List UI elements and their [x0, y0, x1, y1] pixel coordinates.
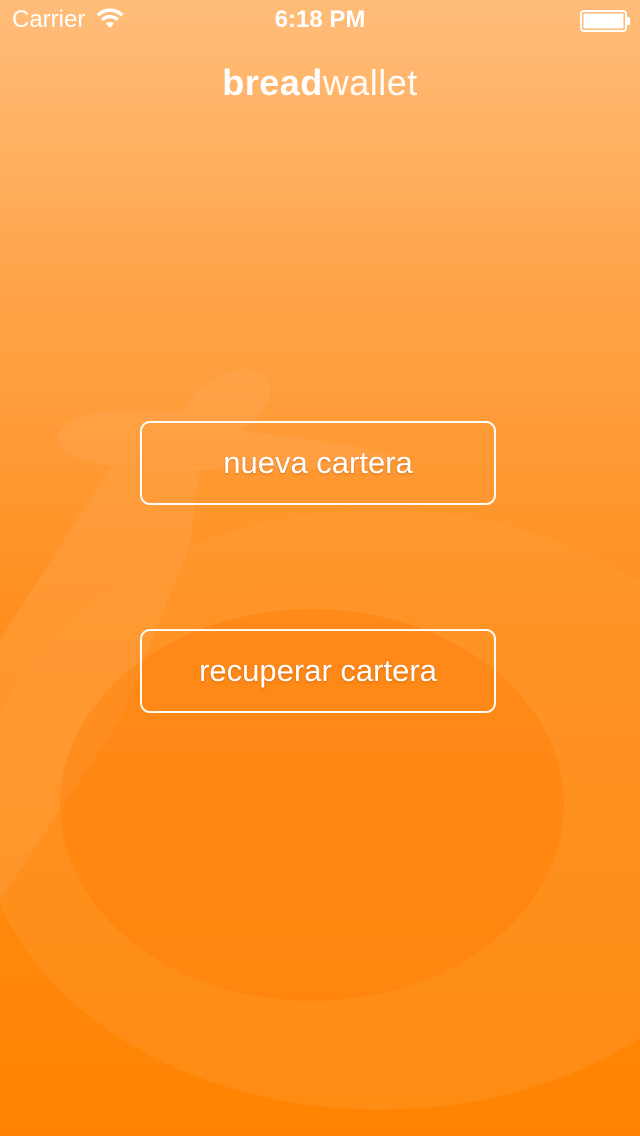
breadwallet-logo: breadwallet: [0, 62, 640, 104]
status-time: 6:18 PM: [274, 6, 366, 33]
status-bar: Carrier 6:18 PM: [0, 0, 640, 40]
battery-icon: [580, 10, 630, 32]
new-wallet-button[interactable]: nueva cartera: [140, 421, 496, 505]
logo-bread-text: bread: [222, 62, 323, 103]
background-b-watermark: [0, 369, 640, 1110]
logo-wallet-text: wallet: [322, 62, 418, 103]
recover-wallet-button[interactable]: recuperar cartera: [140, 629, 496, 713]
